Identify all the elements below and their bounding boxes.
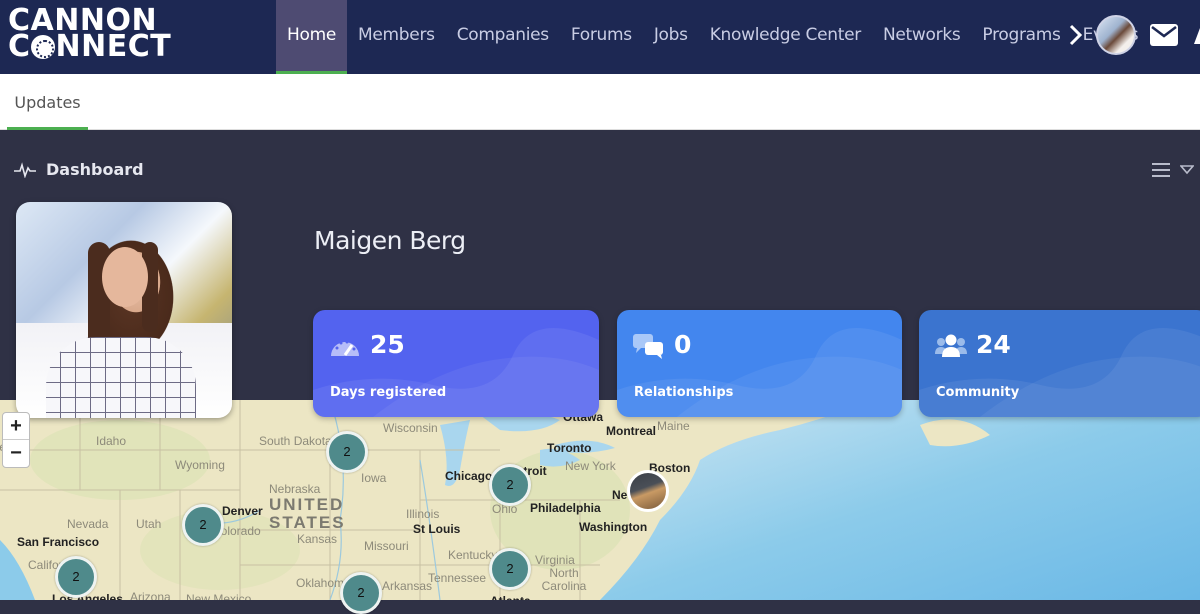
photo-detail (46, 337, 196, 418)
map-label-new-mexico: New Mexico (186, 592, 252, 600)
stat-label: Days registered (330, 385, 447, 400)
tab-strip: Updates (0, 74, 1200, 130)
nav-item-programs[interactable]: Programs (971, 0, 1071, 74)
member-map[interactable]: Idaho Oregon Wyoming South Dakota Nebras… (0, 400, 1200, 600)
map-zoom-control: + − (2, 412, 30, 468)
map-label-country-line2: STATES (269, 513, 346, 532)
map-label-arkansas: Arkansas (382, 579, 433, 593)
map-label-kansas: Kansas (297, 532, 338, 546)
map-label-virginia: Virginia (535, 553, 575, 567)
map-label-tennessee: Tennessee (428, 571, 487, 585)
map-zoom-out-button[interactable]: − (3, 440, 29, 467)
card-wave-decoration (919, 328, 1200, 417)
map-label-toronto: Toronto (547, 441, 592, 455)
nav-item-knowledge-center[interactable]: Knowledge Center (699, 0, 872, 74)
mail-icon[interactable] (1150, 24, 1178, 46)
map-label-illinois: Illinois (406, 507, 440, 521)
comments-icon (633, 334, 663, 359)
map-label-st-louis: St Louis (413, 522, 461, 536)
map-member-avatar-marker[interactable] (627, 470, 669, 512)
profile-name: Maigen Berg (314, 226, 466, 255)
chevron-right-icon[interactable] (1066, 20, 1086, 50)
map-label-country-line1: UNITED (269, 495, 345, 514)
caret-down-icon[interactable] (1180, 165, 1194, 175)
card-wave-decoration (617, 328, 902, 417)
stat-label: Relationships (634, 385, 734, 400)
nav-item-members[interactable]: Members (347, 0, 446, 74)
map-label-utah: Utah (136, 517, 162, 531)
hamburger-icon[interactable] (1152, 162, 1170, 178)
stat-value: 24 (976, 330, 1011, 359)
map-label-washington: Washington (579, 520, 648, 534)
map-cluster-marker[interactable]: 2 (182, 504, 224, 546)
user-avatar[interactable] (1096, 15, 1136, 55)
cannon-connect-logo[interactable]: CANNON C NNECT (8, 6, 171, 62)
nav-item-forums[interactable]: Forums (560, 0, 643, 74)
tab-updates[interactable]: Updates (7, 74, 88, 130)
card-wave-decoration (313, 328, 599, 417)
map-label-montreal: Montreal (606, 424, 657, 438)
nav-item-jobs[interactable]: Jobs (643, 0, 699, 74)
map-label-maine: Maine (657, 419, 690, 433)
users-icon (935, 334, 967, 357)
map-label-wisconsin: Wisconsin (383, 421, 438, 435)
map-basemap (0, 400, 1200, 600)
bell-icon[interactable] (1192, 26, 1200, 46)
map-label-north-carolina: North Carolina (541, 566, 587, 593)
map-label-missouri: Missouri (364, 539, 409, 553)
photo-detail (102, 247, 148, 307)
top-navigation-bar: CANNON C NNECT Home Members Companies For… (0, 0, 1200, 74)
map-label-idaho: Idaho (96, 434, 127, 448)
map-label-chicago: Chicago (445, 469, 493, 483)
map-cluster-marker[interactable]: 2 (340, 572, 382, 614)
stat-label: Community (936, 385, 1020, 400)
dashboard-gauge-icon (331, 340, 359, 356)
map-cluster-marker[interactable]: 2 (326, 431, 368, 473)
map-cluster-marker[interactable]: 2 (489, 464, 531, 506)
dashboard-header: Dashboard (14, 160, 144, 179)
map-label-iowa: Iowa (361, 471, 387, 485)
profile-photo[interactable] (16, 202, 232, 418)
map-cluster-marker[interactable]: 2 (55, 556, 97, 598)
stat-value: 25 (370, 330, 405, 359)
stat-card-days-registered[interactable]: 25 Days registered (313, 310, 599, 417)
stat-card-relationships[interactable]: 0 Relationships (617, 310, 902, 417)
map-label-nevada: Nevada (67, 517, 109, 531)
pulse-icon (14, 161, 36, 178)
map-cluster-marker[interactable]: 2 (489, 548, 531, 590)
map-label-philadelphia: Philadelphia (530, 501, 601, 515)
cannonball-icon (30, 35, 55, 59)
nav-item-home[interactable]: Home (276, 0, 348, 74)
main-nav: Home Members Companies Forums Jobs Knowl… (276, 0, 1149, 74)
map-label-san-francisco: San Francisco (17, 535, 100, 549)
map-label-arizona: Arizona (130, 590, 171, 600)
map-label-atlanta: Atlanta (490, 594, 531, 600)
map-label-wyoming: Wyoming (175, 458, 225, 472)
map-zoom-in-button[interactable]: + (3, 413, 29, 440)
nav-item-companies[interactable]: Companies (446, 0, 560, 74)
map-label-new-york: New York (565, 459, 616, 473)
map-label-denver: Denver (222, 504, 263, 518)
dashboard-panel: Dashboard Idaho Wyoming South Dakota Neb… (0, 130, 1200, 600)
stat-value: 0 (674, 330, 692, 359)
map-label-nebraska: Nebraska (269, 482, 321, 496)
map-label-south-dakota: South Dakota (259, 434, 332, 448)
stat-card-community[interactable]: 24 Community (919, 310, 1200, 417)
nav-item-networks[interactable]: Networks (872, 0, 971, 74)
dashboard-title: Dashboard (46, 160, 144, 179)
